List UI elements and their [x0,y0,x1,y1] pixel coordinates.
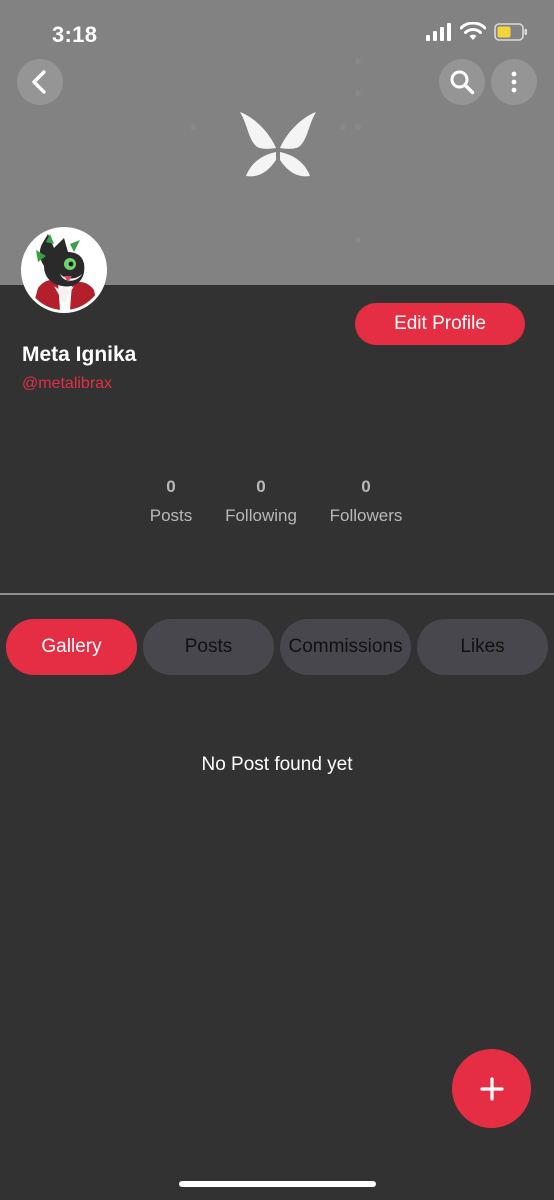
profile-name: Meta Ignika [22,343,137,366]
wifi-icon [460,22,486,40]
avatar[interactable] [21,227,107,313]
avatar-image [24,230,104,310]
edit-profile-button[interactable]: Edit Profile [355,303,525,345]
back-button[interactable] [17,59,63,105]
plus-icon [479,1076,504,1101]
create-post-button[interactable] [452,1049,531,1128]
stat-label: Following [225,506,297,525]
search-button[interactable] [439,59,485,105]
status-time: 3:18 [52,22,98,47]
more-vertical-icon [511,71,517,93]
tab-gallery[interactable]: Gallery [6,619,137,675]
stat-value: 0 [256,477,266,496]
more-options-button[interactable] [491,59,537,105]
tab-commissions[interactable]: Commissions [280,619,411,675]
banner-dot [355,90,361,96]
banner-dot [340,124,346,130]
butterfly-logo [240,112,316,177]
stat-label: Posts [149,506,193,525]
tab-posts[interactable]: Posts [143,619,274,675]
chevron-left-icon [32,70,46,94]
stat-followers[interactable]: 0 Followers [321,477,411,526]
banner-dot [355,237,361,243]
banner-dot [355,124,361,130]
banner-dot [355,58,361,64]
stat-value: 0 [166,477,176,496]
stat-value: 0 [361,477,371,496]
status-icons [426,22,528,41]
profile-handle: @metalibrax [22,375,113,392]
empty-state-message: No Post found yet [201,754,353,775]
battery-icon [494,22,527,41]
tab-likes[interactable]: Likes [417,619,548,675]
stat-posts[interactable]: 0 Posts [141,477,201,526]
banner-dot [190,124,196,130]
stat-following[interactable]: 0 Following [216,477,306,526]
home-indicator[interactable] [179,1181,376,1187]
stat-label: Followers [329,506,403,525]
search-icon [450,70,475,95]
profile-screen: 3:18 Edit Profile Meta Ignika @metalibra… [0,0,554,1200]
signal-icon [426,22,451,41]
section-divider [0,593,554,595]
